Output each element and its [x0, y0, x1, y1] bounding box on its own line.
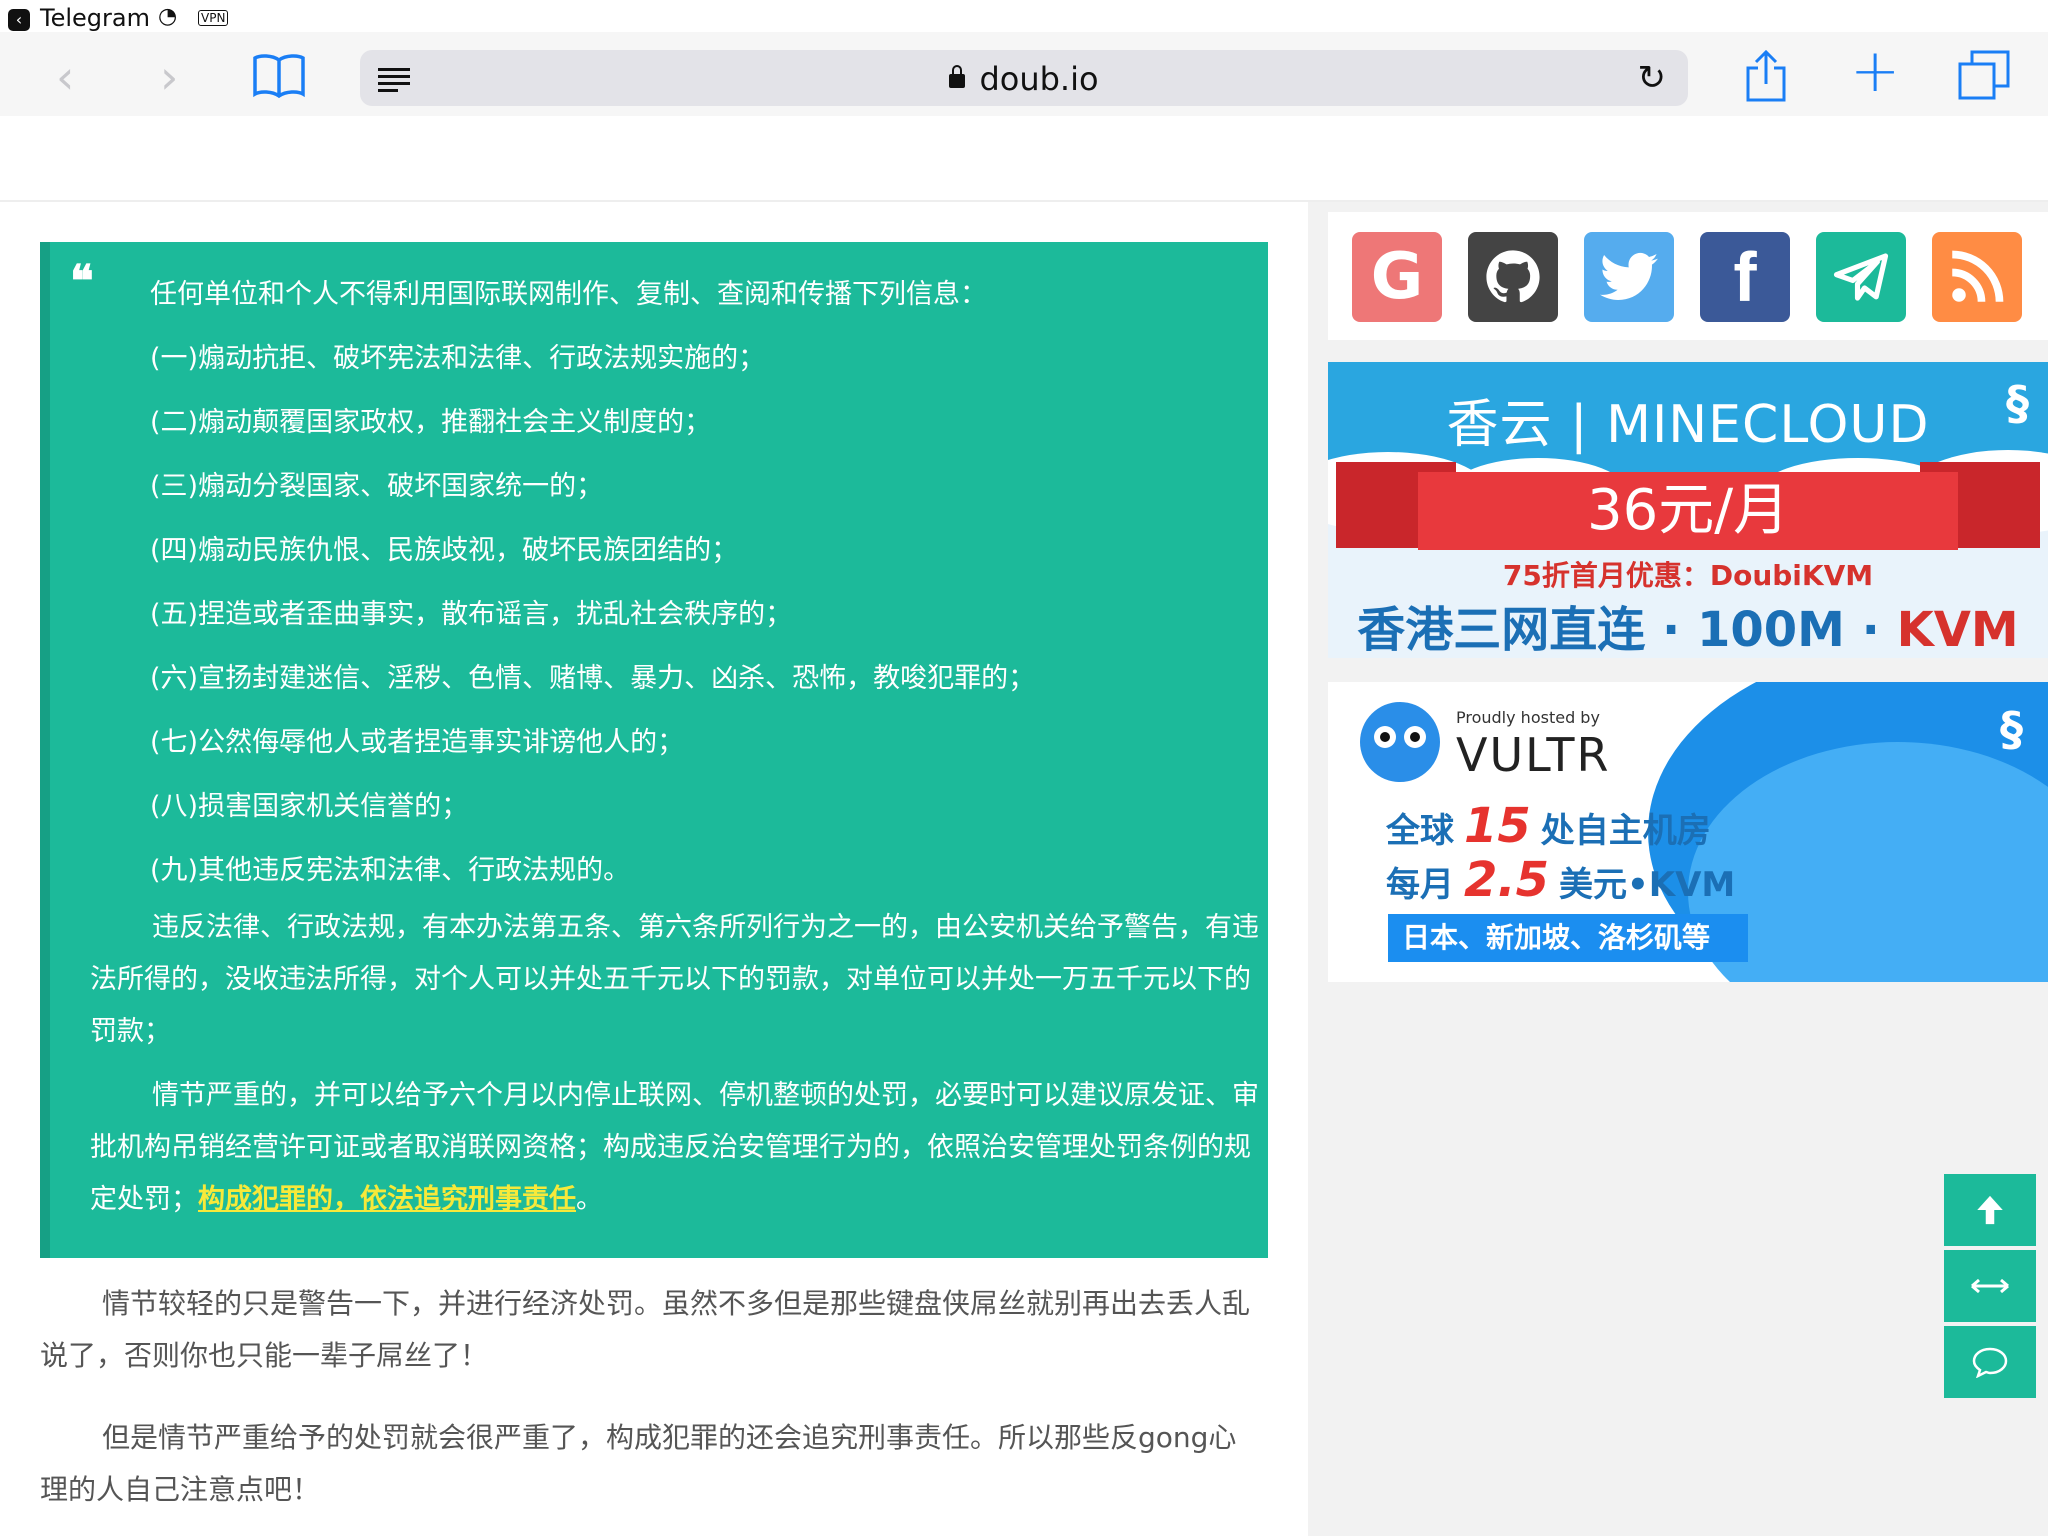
bookmarks-icon[interactable] [252, 52, 306, 98]
quote-line: (一)煽动抗拒、破坏宪法和法律、行政法规实施的； [150, 343, 766, 374]
ad-line-datacenters: 全球 15 处自主机房 [1386, 798, 1711, 854]
quote-line: (五)捏造或者歪曲事实，散布谣言，扰乱社会秩序的； [150, 599, 793, 630]
toggle-width-button[interactable] [1944, 1250, 2036, 1322]
ad-tagline: 香港三网直连 · 100M · KVM [1357, 602, 2019, 658]
arrows-horizontal-icon [1971, 1278, 2009, 1294]
status-bar: ‹ Telegram ◔ VPN [0, 0, 2048, 34]
article-paragraph: 但是情节严重给予的处罚就会很严重了，构成犯罪的还会追究刑事责任。所以那些反gon… [40, 1421, 1237, 1506]
comment-button[interactable] [1944, 1326, 2036, 1398]
twitter-icon[interactable] [1584, 232, 1674, 322]
quote-line: (八)损害国家机关信誉的； [150, 791, 469, 822]
proudly-hosted-label: Proudly hosted by [1456, 708, 1600, 727]
lock-icon [949, 65, 966, 88]
bird-mascot-icon [1360, 702, 1440, 782]
telegram-icon[interactable] [1816, 232, 1906, 322]
rss-icon[interactable] [1932, 232, 2022, 322]
quote-line: (二)煽动颠覆国家政权，推翻社会主义制度的； [150, 407, 712, 438]
new-tab-icon[interactable]: + [1850, 36, 1900, 106]
quote-line: 任何单位和个人不得利用国际联网制作、复制、查阅和传播下列信息： [150, 279, 987, 310]
scroll-top-button[interactable] [1944, 1174, 2036, 1246]
wifi-icon: ◔ [158, 4, 178, 29]
browser-toolbar: ‹ › doub.io ↻ + [0, 32, 2048, 116]
minecloud-ad-banner[interactable]: 香云 | MINECLOUD § 36元/月 75折首月优惠：DoubiKVM … [1328, 362, 2048, 658]
github-icon[interactable] [1468, 232, 1558, 322]
vultr-ad-banner[interactable]: § Proudly hosted by VULTR 全球 15 处自主机房 每月 2.… [1328, 682, 2048, 982]
comment-icon [1972, 1347, 2008, 1378]
quote-line: (七)公然侮辱他人或者捏造事实诽谤他人的； [150, 727, 685, 758]
site-header [0, 116, 2048, 202]
price-ribbon: 36元/月 [1418, 472, 1958, 550]
google-icon[interactable]: G [1352, 232, 1442, 322]
forward-button[interactable]: › [160, 50, 178, 104]
ad-line-price: 每月 2.5 美元•KVM [1386, 852, 1736, 908]
share-icon[interactable] [1744, 50, 1788, 102]
quote-icon: ❝ [70, 256, 94, 307]
vultr-brand: VULTR [1456, 728, 1611, 782]
quote-line: (六)宣扬封建迷信、淫秽、色情、赌博、暴力、凶杀、恐怖，教唆犯罪的； [150, 663, 1036, 694]
logo-swirl-icon: § [2000, 702, 2023, 756]
minecloud-brand: 香云 | MINECLOUD [1446, 395, 1930, 455]
logo-swirl-icon: § [2006, 376, 2029, 430]
url-text: doub.io [979, 60, 1099, 98]
arrow-up-icon [1977, 1195, 2003, 1225]
facebook-icon[interactable]: f [1700, 232, 1790, 322]
address-bar[interactable]: doub.io ↻ [360, 50, 1688, 106]
ad-locations: 日本、新加坡、洛杉矶等 [1388, 914, 1748, 962]
back-app-label[interactable]: Telegram [40, 4, 150, 32]
law-quote-block: ❝ 任何单位和个人不得利用国际联网制作、复制、查阅和传播下列信息： (一)煽动抗… [40, 242, 1268, 1258]
highlight-link[interactable]: 构成犯罪的，依法追究刑事责任 [198, 1184, 576, 1215]
promo-code: 75折首月优惠：DoubiKVM [1502, 559, 1874, 592]
social-links: G f [1328, 212, 2048, 340]
tabs-icon[interactable] [1958, 50, 2010, 100]
quote-line: (四)煽动民族仇恨、民族歧视，破坏民族团结的； [150, 535, 739, 566]
quote-paragraph: 违反法律、行政法规，有本办法第五条、第六条所列行为之一的，由公安机关给予警告，有… [90, 912, 1259, 1047]
back-to-app-icon[interactable]: ‹ [8, 9, 30, 31]
quote-line: (九)其他违反宪法和法律、行政法规的。 [150, 855, 631, 886]
article-paragraph: 情节较轻的只是警告一下，并进行经济处罚。虽然不多但是那些键盘侠屌丝就别再出去丢人… [40, 1287, 1251, 1372]
reload-icon[interactable]: ↻ [1638, 58, 1667, 98]
back-button[interactable]: ‹ [56, 50, 74, 104]
vpn-badge: VPN [198, 10, 229, 26]
quote-paragraph: 情节严重的，并可以给予六个月以内停止联网、停机整顿的处罚，必要时可以建议原发证、… [90, 1080, 1259, 1215]
quote-line: (三)煽动分裂国家、破坏国家统一的； [150, 471, 604, 502]
